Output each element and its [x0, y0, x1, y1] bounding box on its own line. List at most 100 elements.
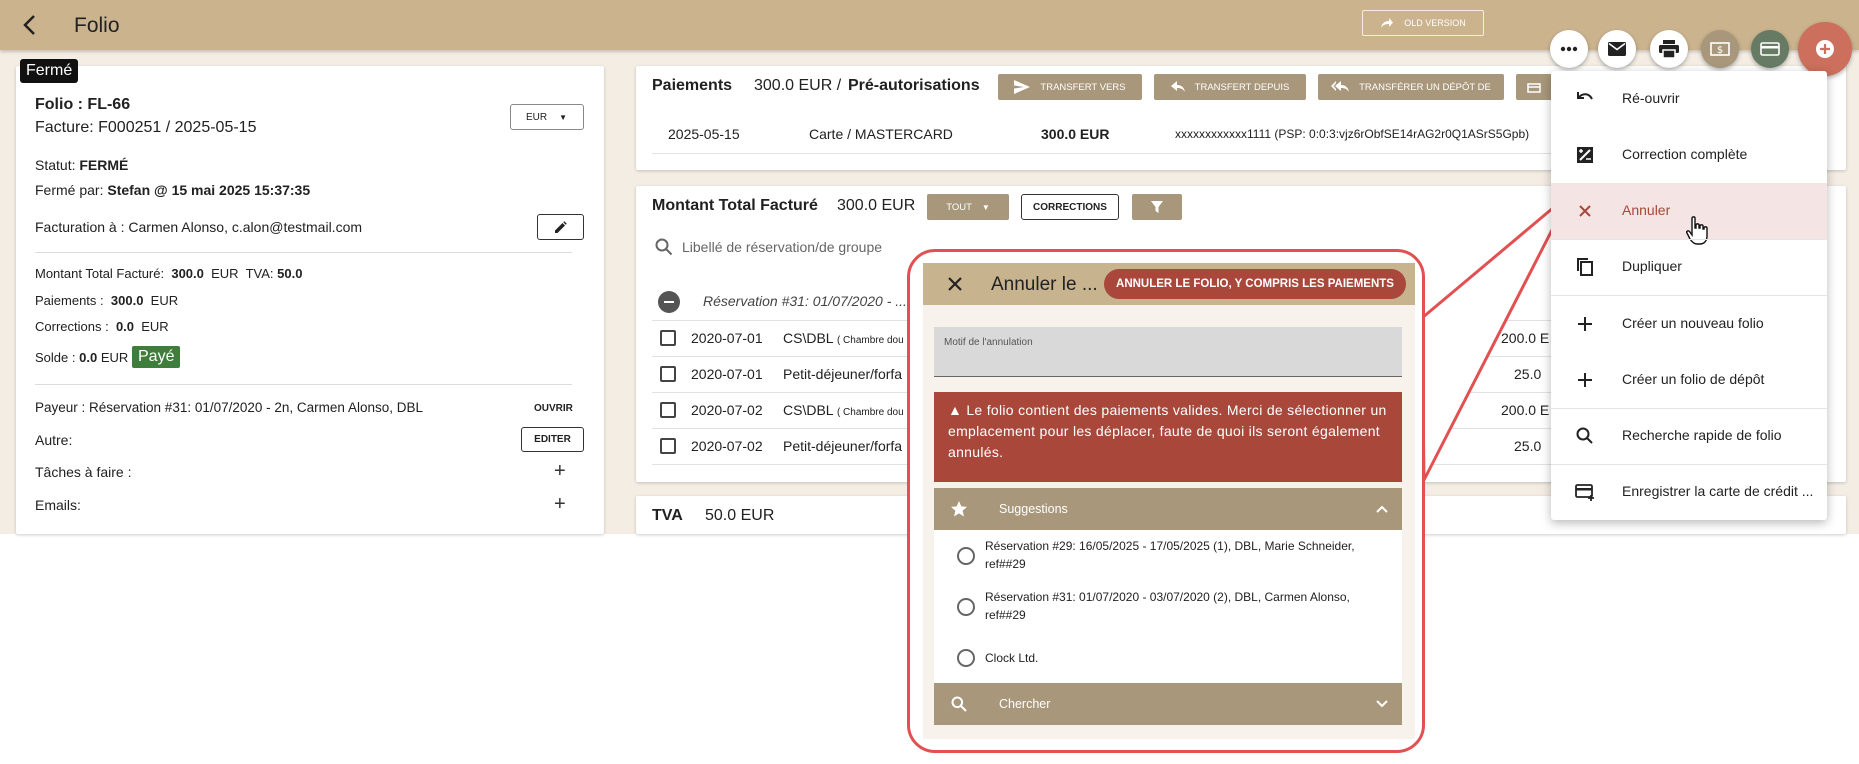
suggestions-title: Suggestions	[999, 502, 1068, 516]
row-description: CS\DBL ( Chambre dou	[783, 330, 904, 346]
cancel-folio-with-payments-button[interactable]: ANNULER LE FOLIO, Y COMPRIS LES PAIEMENT…	[1104, 269, 1406, 299]
corrections-button[interactable]: CORRECTIONS	[1021, 194, 1119, 220]
row-checkbox[interactable]	[660, 366, 676, 382]
filter-all-label: TOUT	[946, 201, 972, 213]
row-checkbox[interactable]	[660, 438, 676, 454]
open-payer-button[interactable]: OUVRIR	[534, 403, 573, 414]
suggestion-text: Réservation #29: 16/05/2025 - 17/05/2025…	[985, 539, 1355, 571]
menu-item-duplicate[interactable]: Dupliquer	[1551, 239, 1827, 295]
vat-amount: 50.0 EUR	[705, 507, 775, 524]
billing-to: Facturation à : Carmen Alonso, c.alon@te…	[35, 219, 363, 235]
transfer-from-button[interactable]: TRANSFERT DEPUIS	[1154, 74, 1306, 100]
menu-item-label: Correction complète	[1622, 146, 1748, 162]
cash-button[interactable]: $	[1701, 30, 1739, 68]
vat-value: 50.0	[277, 266, 303, 281]
search-header[interactable]: Chercher	[934, 683, 1402, 725]
vat-title: TVA	[652, 507, 683, 524]
menu-item-label: Créer un folio de dépôt	[1622, 371, 1765, 387]
transfer-deposit-label: TRANSFÉRER UN DÉPÔT DE	[1359, 81, 1491, 93]
suggestion-radio[interactable]	[957, 649, 975, 667]
row-desc: Petit-déjeuner/forfa	[783, 366, 903, 382]
status-badge: Fermé	[20, 59, 79, 83]
cancel-reason-label: Motif de l'annulation	[944, 337, 1033, 348]
cancel-reason-input[interactable]	[944, 353, 1384, 373]
filter-all-select[interactable]: TOUT ▼	[927, 194, 1009, 220]
reply-icon	[1170, 81, 1185, 92]
back-button[interactable]	[16, 11, 44, 39]
old-version-button[interactable]: OLD VERSION	[1362, 10, 1484, 36]
vat-label: TVA:	[245, 266, 274, 281]
row-amount: 200.0 E	[1501, 402, 1550, 418]
cancel-reason-field[interactable]: Motif de l'annulation	[934, 327, 1402, 377]
payments-currency: EUR	[150, 293, 179, 308]
close-dialog-button[interactable]	[945, 274, 965, 294]
copy-icon	[1577, 258, 1593, 276]
mail-icon	[1608, 42, 1626, 56]
menu-item-deposit-folio[interactable]: Créer un folio de dépôt	[1551, 352, 1827, 408]
gift-button[interactable]	[1516, 74, 1552, 100]
cash-icon: $	[1710, 42, 1730, 56]
suggestion-radio[interactable]	[957, 547, 975, 565]
edit-billing-button[interactable]	[537, 214, 584, 240]
pencil-icon	[555, 220, 567, 233]
payment-date: 2025-05-15	[668, 126, 740, 142]
print-button[interactable]	[1650, 30, 1688, 68]
add-fab-button[interactable]	[1798, 22, 1852, 76]
menu-item-new-folio[interactable]: Créer un nouveau folio	[1551, 296, 1827, 352]
payer-info: Payeur : Réservation #31: 01/07/2020 - 2…	[35, 400, 423, 415]
other-label: Autre:	[35, 432, 73, 448]
menu-item-cancel[interactable]: Annuler	[1551, 183, 1827, 245]
payments-value: 300.0	[110, 293, 144, 308]
close-icon	[1579, 205, 1591, 217]
add-email-icon[interactable]: +	[554, 493, 566, 516]
menu-item-label: Annuler	[1622, 202, 1671, 218]
transfer-to-button[interactable]: TRANSFERT VERS	[998, 74, 1142, 100]
email-button[interactable]	[1598, 30, 1636, 68]
more-button[interactable]	[1550, 30, 1588, 68]
undo-icon	[1577, 92, 1593, 100]
menu-item-label: Dupliquer	[1622, 258, 1682, 274]
suggestions-header[interactable]: Suggestions	[934, 488, 1402, 530]
row-checkbox[interactable]	[660, 402, 676, 418]
currency-select[interactable]: EUR ▼	[510, 104, 584, 130]
row-description: Petit-déjeuner/forfa	[783, 438, 902, 454]
row-description: CS\DBL ( Chambre dou	[783, 402, 904, 418]
row-desc: CS\DBL	[783, 330, 834, 346]
group-label: Réservation #31: 01/07/2020 - ...	[703, 293, 907, 309]
divider	[35, 252, 572, 253]
menu-item-quick-search[interactable]: Recherche rapide de folio	[1551, 408, 1827, 464]
collapse-group-button[interactable]	[658, 291, 680, 313]
credit-card-button[interactable]	[1751, 30, 1789, 68]
add-task-icon[interactable]: +	[554, 460, 566, 483]
correction-icon	[1577, 147, 1593, 163]
svg-text:$: $	[1717, 45, 1723, 56]
caret-down-icon: ▼	[981, 202, 990, 212]
reply-all-icon	[1331, 81, 1350, 92]
charges-search-input[interactable]: Libellé de réservation/de groupe	[682, 239, 882, 255]
arrow-back-icon	[23, 15, 35, 35]
balance-value: 0.0	[79, 350, 98, 365]
search-icon	[655, 238, 673, 256]
add-circle-icon	[1816, 40, 1834, 58]
menu-item-save-card[interactable]: Enregistrer la carte de crédit ...	[1551, 464, 1827, 520]
transfer-deposit-button[interactable]: TRANSFÉRER UN DÉPÔT DE	[1318, 74, 1504, 100]
filter-button[interactable]	[1132, 194, 1182, 220]
emails-label: Emails:	[35, 497, 81, 513]
row-date: 2020-07-02	[691, 438, 763, 454]
payments-title: Paiements	[652, 77, 733, 94]
charges-title: Montant Total Facturé	[652, 197, 818, 214]
menu-item-reopen[interactable]: Ré-ouvrir	[1551, 71, 1827, 127]
row-amount: 200.0 E	[1501, 330, 1550, 346]
menu-item-full-correction[interactable]: Correction complète	[1551, 127, 1827, 183]
suggestion-text: Clock Ltd.	[985, 651, 1039, 665]
payments-row: Paiements : 300.0 EUR	[35, 293, 178, 308]
folio-number: Folio : FL-66	[35, 96, 131, 113]
corrections-label: Corrections :	[35, 319, 109, 334]
closed-by-value: Stefan @ 15 mai 2025 15:37:35	[107, 182, 311, 198]
total-label: Montant Total Facturé:	[35, 266, 165, 281]
row-checkbox[interactable]	[660, 330, 676, 346]
payment-amount: 300.0 EUR	[1041, 126, 1110, 142]
suggestion-text: Réservation #31: 01/07/2020 - 03/07/2020…	[985, 590, 1350, 622]
suggestion-radio[interactable]	[957, 598, 975, 616]
edit-other-button[interactable]: EDITER	[521, 427, 584, 452]
